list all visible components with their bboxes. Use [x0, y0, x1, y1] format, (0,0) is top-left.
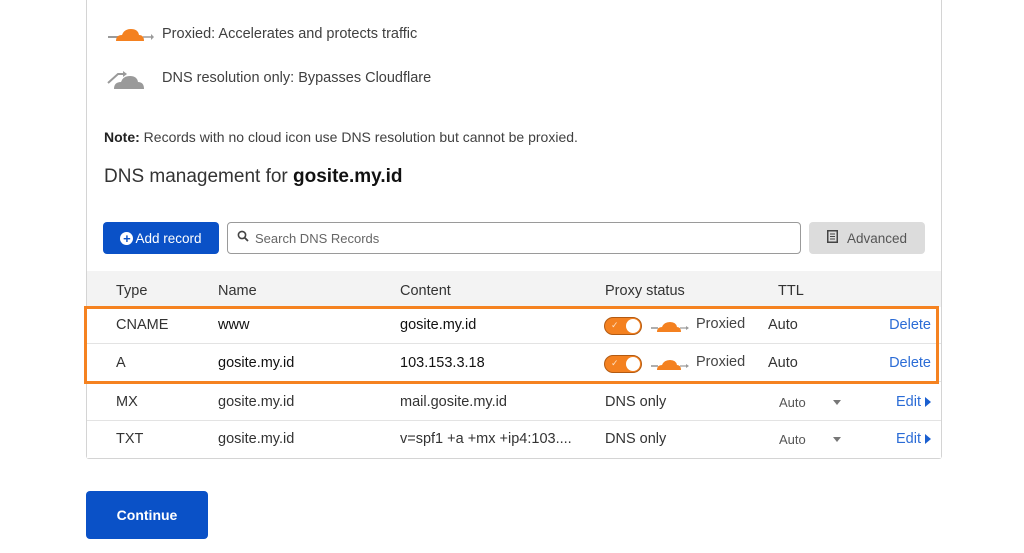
table-row[interactable]: MX gosite.my.id mail.gosite.my.id DNS on…: [87, 384, 941, 421]
page-title-prefix: DNS management for: [104, 166, 294, 187]
edit-link[interactable]: Edit: [896, 394, 931, 410]
record-content: v=spf1 +a +mx +ip4:103....: [400, 431, 572, 447]
search-input[interactable]: [255, 230, 755, 246]
orange-cloud-proxied-icon: [651, 355, 689, 373]
chevron-down-icon[interactable]: [833, 437, 841, 442]
search-icon: [237, 229, 249, 247]
caret-right-icon: [925, 434, 931, 445]
proxy-status-label: Proxied: [696, 316, 746, 332]
note-body: Records with no cloud icon use DNS resol…: [139, 129, 578, 145]
document-icon: [826, 230, 838, 246]
column-header-ttl[interactable]: TTL: [778, 283, 804, 299]
page-title: DNS management for gosite.my.id: [104, 166, 402, 188]
record-name: gosite.my.id: [218, 431, 295, 447]
edit-label: Edit: [896, 431, 921, 447]
advanced-label: Advanced: [846, 230, 908, 246]
ttl-select[interactable]: Auto: [779, 395, 806, 410]
orange-cloud-proxied-icon: [106, 23, 154, 45]
record-name: gosite.my.id: [218, 394, 295, 410]
note-label: Note:: [104, 129, 140, 145]
legend-proxied-text: Proxied: Accelerates and protects traffi…: [162, 26, 418, 42]
continue-button[interactable]: Continue: [86, 491, 208, 539]
delete-link[interactable]: Delete: [889, 355, 931, 371]
column-header-proxy-status[interactable]: Proxy status: [605, 283, 685, 299]
record-type: MX: [116, 394, 138, 410]
caret-right-icon: [925, 397, 931, 408]
table-row[interactable]: CNAME www gosite.my.id ✓ Proxied Auto De…: [87, 307, 941, 344]
record-content: gosite.my.id: [400, 317, 477, 333]
edit-link[interactable]: Edit: [896, 431, 931, 447]
column-header-name[interactable]: Name: [218, 283, 257, 299]
table-row[interactable]: A gosite.my.id 103.153.3.18 ✓ Proxied Au…: [87, 345, 941, 382]
check-icon: ✓: [611, 358, 619, 368]
record-type: TXT: [116, 431, 144, 447]
table-header: Type Name Content Proxy status TTL: [87, 271, 941, 307]
record-content: 103.153.3.18: [400, 355, 485, 371]
ttl-select[interactable]: Auto: [779, 432, 806, 447]
record-ttl: Auto: [768, 355, 798, 371]
proxy-toggle[interactable]: ✓: [604, 355, 642, 373]
orange-cloud-proxied-icon: [651, 317, 689, 335]
add-record-button[interactable]: + Add record: [103, 222, 219, 254]
page-title-domain: gosite.my.id: [293, 166, 403, 187]
proxy-status-label: DNS only: [605, 394, 667, 410]
table-row[interactable]: TXT gosite.my.id v=spf1 +a +mx +ip4:103.…: [87, 421, 941, 458]
proxy-status-label: DNS only: [605, 431, 667, 447]
proxy-toggle[interactable]: ✓: [604, 317, 642, 335]
chevron-down-icon[interactable]: [833, 400, 841, 405]
legend-dns-only-text: DNS resolution only: Bypasses Cloudflare: [162, 70, 432, 86]
search-dns-records[interactable]: [227, 222, 801, 254]
gray-cloud-dns-only-icon: [106, 67, 154, 89]
plus-circle-icon: +: [120, 231, 134, 245]
record-name: www: [218, 317, 250, 333]
record-type: CNAME: [116, 317, 169, 333]
legend-proxied: Proxied: Accelerates and protects traffi…: [106, 23, 417, 45]
column-header-content[interactable]: Content: [400, 283, 451, 299]
record-content: mail.gosite.my.id: [400, 394, 507, 410]
check-icon: ✓: [611, 320, 619, 330]
delete-link[interactable]: Delete: [889, 317, 931, 333]
advanced-button[interactable]: Advanced: [809, 222, 925, 254]
proxy-status-label: Proxied: [696, 354, 746, 370]
record-name: gosite.my.id: [218, 355, 295, 371]
legend-dns-only: DNS resolution only: Bypasses Cloudflare: [106, 67, 431, 89]
note-text: Note: Records with no cloud icon use DNS…: [104, 129, 578, 145]
record-ttl: Auto: [768, 317, 798, 333]
add-record-label: Add record: [135, 230, 202, 246]
record-type: A: [116, 355, 126, 371]
column-header-type[interactable]: Type: [116, 283, 147, 299]
edit-label: Edit: [896, 394, 921, 410]
